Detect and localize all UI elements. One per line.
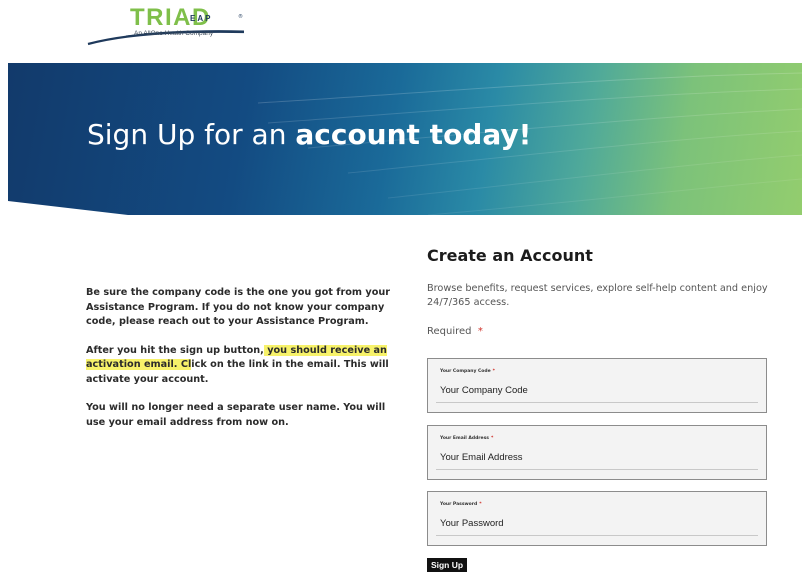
form-title: Create an Account (427, 246, 593, 265)
password-input[interactable] (436, 512, 758, 536)
company-code-label: Your Company Code * (440, 369, 495, 374)
company-code-field: Your Company Code * (427, 358, 767, 413)
form-description: Browse benefits, request services, explo… (427, 283, 768, 308)
password-field: Your Password * (427, 491, 767, 546)
logo-trademark: ® (238, 14, 243, 20)
instruction-company-code: Be sure the company code is the one you … (86, 287, 391, 327)
email-field: Your Email Address * (427, 425, 767, 480)
instruction-activation: After you hit the sign up button, you sh… (86, 344, 391, 388)
page-title-plain: Sign Up for an (87, 118, 296, 151)
password-label-text: Your Password (440, 502, 478, 507)
signup-instructions: Be sure the company code is the one you … (86, 286, 391, 444)
instruction-username: You will no longer need a separate user … (86, 402, 386, 428)
required-legend: Required * (427, 326, 483, 337)
page-title-bold: account today! (295, 118, 532, 151)
logo-eap: EAP (190, 14, 213, 23)
company-code-input[interactable] (436, 379, 758, 403)
email-required-star: * (490, 436, 494, 441)
company-code-label-text: Your Company Code (440, 369, 491, 374)
sign-up-button[interactable]: Sign Up (427, 558, 467, 572)
page-title: Sign Up for an account today! (87, 118, 531, 151)
instruction-activation-start: After you hit the sign up button, (86, 344, 264, 356)
password-label: Your Password * (440, 502, 482, 507)
hero-banner: Sign Up for an account today! (8, 63, 802, 215)
logo-tagline: An AllOne Health Company (134, 30, 214, 37)
required-star: * (477, 326, 483, 337)
company-code-required-star: * (492, 369, 495, 374)
password-required-star: * (479, 502, 482, 507)
triad-eap-logo[interactable]: TRIAD EAP ® An AllOne Health Company (86, 4, 256, 46)
email-label: Your Email Address * (440, 436, 493, 441)
email-input[interactable] (436, 446, 758, 470)
required-label: Required (427, 326, 472, 337)
email-label-text: Your Email Address (440, 436, 489, 441)
